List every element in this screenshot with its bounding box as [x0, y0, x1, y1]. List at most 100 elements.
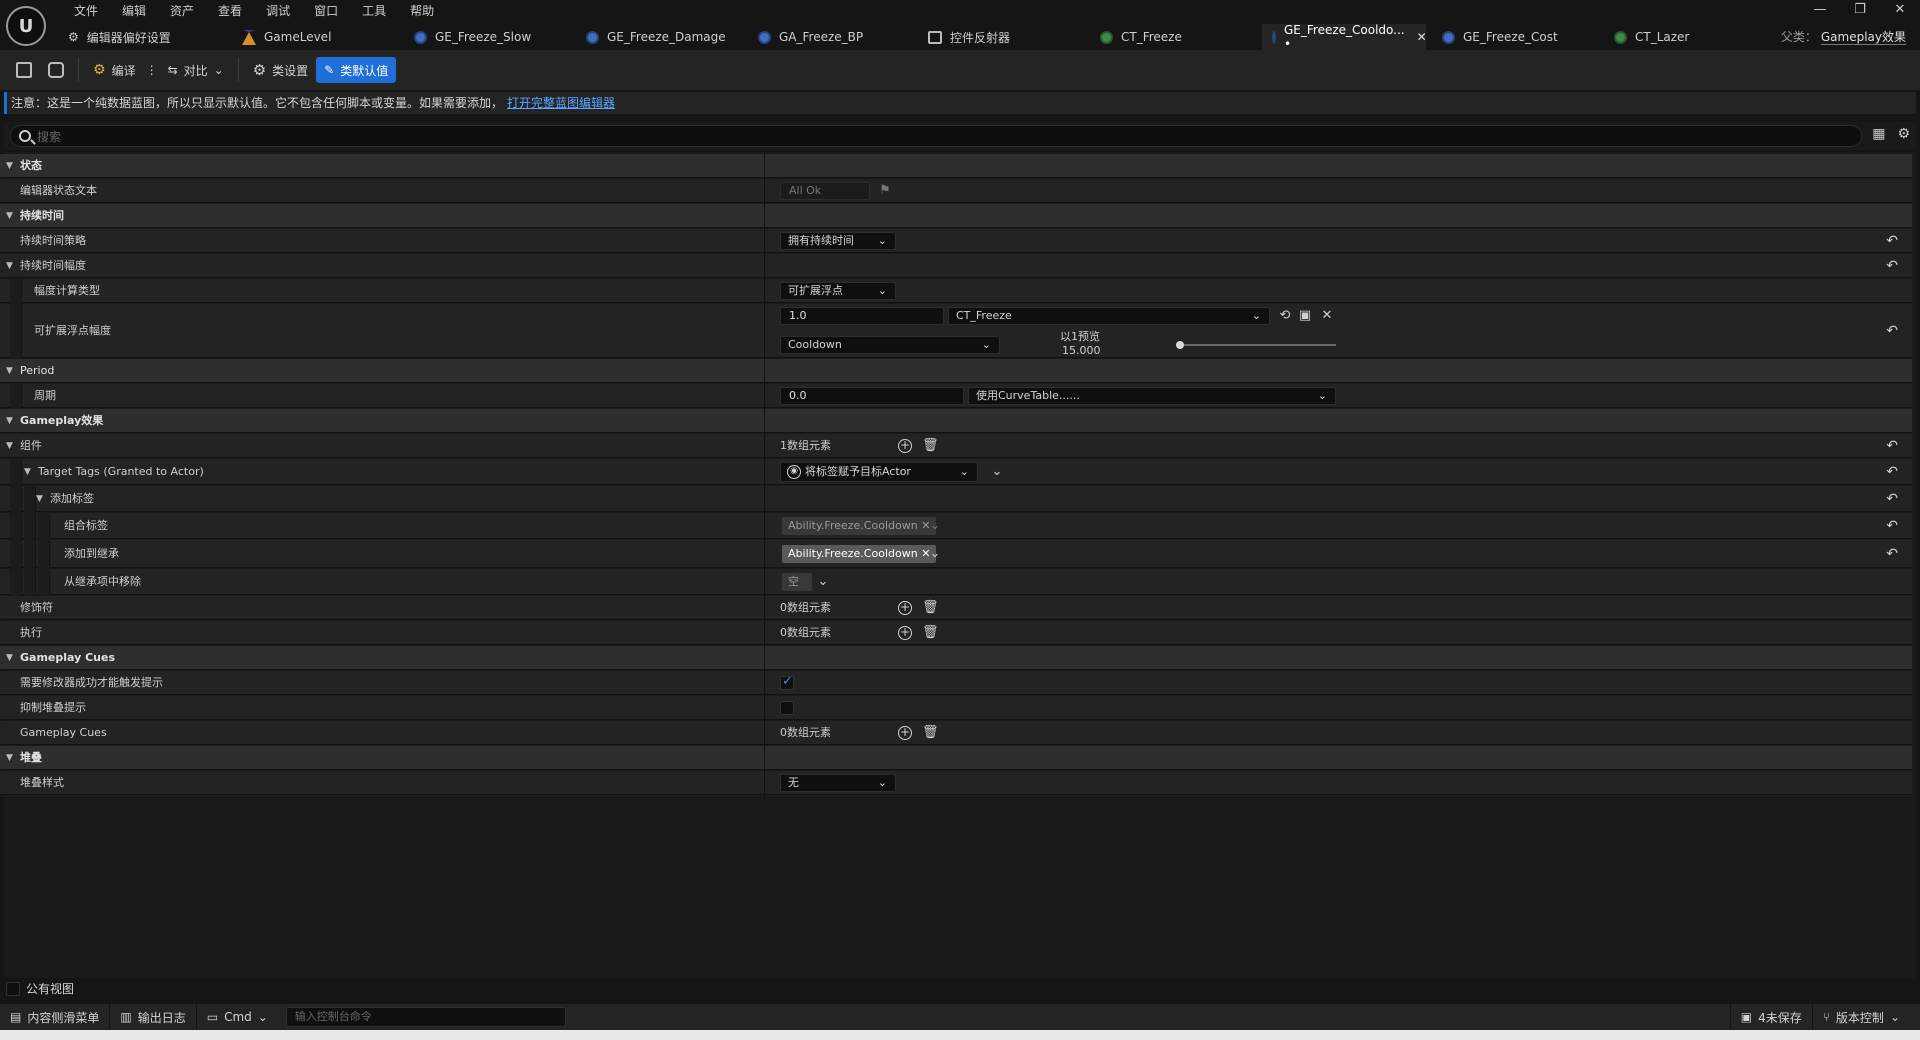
duration-policy-dropdown[interactable]: 拥有持续时间 ⌄	[780, 232, 896, 250]
category-status[interactable]: ▼ 状态	[0, 154, 1912, 178]
chevron-down-icon[interactable]: ⌄	[816, 575, 830, 589]
category-gameplay-cues[interactable]: ▼ Gameplay Cues	[0, 646, 1912, 670]
chevron-down-icon[interactable]: ⌄	[990, 465, 1004, 479]
row-gameplay-cues: Gameplay Cues 0数组元素 + 🗑	[0, 721, 1912, 745]
chevron-down-icon: ⌄	[1317, 389, 1327, 402]
tab-gamelevel[interactable]: GameLevel	[232, 24, 341, 50]
collapse-arrow-icon: ▼	[6, 211, 13, 221]
chevron-down-icon[interactable]: ⌄	[928, 547, 942, 561]
parent-class: 父类： Gameplay效果	[1780, 30, 1906, 45]
tab-ct-lazer[interactable]: CT_Lazer	[1604, 24, 1699, 50]
category-stacking[interactable]: ▼ 堆叠	[0, 746, 1912, 770]
empty-tag-chip: 空	[782, 573, 812, 591]
tab-widget-reflector[interactable]: 控件反射器	[918, 24, 1020, 50]
added-tag-chip[interactable]: Ability.Freeze.Cooldown ✕	[782, 545, 937, 563]
add-element-icon[interactable]: +	[898, 601, 912, 615]
menu-view[interactable]: 查看	[206, 2, 254, 20]
indent-guide	[38, 569, 50, 595]
menu-help[interactable]: 帮助	[398, 2, 446, 20]
tab-editor-preferences[interactable]: ⚙ 编辑器偏好设置	[58, 24, 181, 50]
table-view-icon[interactable]: ▦	[1872, 126, 1885, 142]
suppress-stacking-cues-checkbox[interactable]	[780, 701, 794, 715]
public-view-toggle[interactable]: 公有视图	[6, 980, 74, 997]
row-duration-magnitude[interactable]: ▼ 持续时间幅度 ↶	[0, 254, 1912, 278]
console-command-input[interactable]: 输入控制台命令	[285, 1007, 566, 1027]
column-splitter[interactable]	[764, 152, 765, 800]
open-full-editor-link[interactable]: 打开完整蓝图编辑器	[507, 96, 615, 110]
target-tags-component-dropdown[interactable]: 将标签赋予目标Actor ⌄	[780, 462, 978, 482]
reset-to-default-icon[interactable]: ↶	[1886, 438, 1898, 454]
output-log-button[interactable]: ▥ 输出日志	[110, 1004, 197, 1030]
require-modifier-success-checkbox[interactable]	[780, 674, 794, 690]
cmd-selector[interactable]: ▭ Cmd ⌄	[197, 1004, 278, 1030]
period-input[interactable]: 0.0	[780, 387, 964, 405]
trash-icon[interactable]: 🗑	[922, 601, 939, 615]
browse-button[interactable]	[40, 57, 72, 83]
menu-window[interactable]: 窗口	[302, 2, 350, 20]
category-duration[interactable]: ▼ 持续时间	[0, 204, 1912, 228]
tab-ct-freeze[interactable]: CT_Freeze	[1090, 24, 1192, 50]
browse-asset-icon[interactable]: ▣	[1298, 309, 1312, 323]
reset-to-default-icon[interactable]: ↶	[1886, 258, 1898, 274]
preview-level-slider[interactable]	[1180, 344, 1336, 346]
tab-ge-freeze-slow[interactable]: GE_Freeze_Slow	[404, 24, 541, 50]
diff-button[interactable]: ⇆ 对比 ⌄	[160, 57, 232, 83]
stacking-type-dropdown[interactable]: 无 ⌄	[780, 774, 896, 792]
add-element-icon[interactable]: +	[898, 726, 912, 740]
search-input[interactable]: 搜索	[10, 125, 1862, 147]
menu-asset[interactable]: 资产	[158, 2, 206, 20]
minimize-button[interactable]: —	[1800, 0, 1840, 20]
menu-edit[interactable]: 编辑	[110, 2, 158, 20]
category-gameplay-effect[interactable]: ▼ Gameplay效果	[0, 409, 1912, 433]
row-add-tags[interactable]: ▼ 添加标签 ↶	[0, 486, 1912, 512]
reset-to-default-icon[interactable]: ↶	[1886, 464, 1898, 480]
compile-options-button[interactable]: ⋮	[144, 57, 160, 83]
blueprint-icon	[1442, 30, 1455, 44]
close-window-button[interactable]: ✕	[1880, 0, 1920, 20]
settings-icon[interactable]: ⚙	[1897, 126, 1910, 142]
tab-ga-freeze-bp[interactable]: GA_Freeze_BP	[748, 24, 873, 50]
menu-file[interactable]: 文件	[62, 2, 110, 20]
trash-icon[interactable]: 🗑	[922, 439, 939, 453]
add-element-icon[interactable]: +	[898, 439, 912, 453]
class-defaults-button[interactable]: ✎ 类默认值	[316, 57, 397, 83]
unreal-logo-icon[interactable]: U	[6, 6, 46, 46]
chevron-down-icon: ⌄	[1251, 309, 1261, 322]
tab-ge-freeze-cost[interactable]: GE_Freeze_Cost	[1432, 24, 1568, 50]
curve-row-dropdown[interactable]: Cooldown ⌄	[780, 336, 1000, 354]
compile-button[interactable]: ⚙ 编译	[85, 57, 144, 83]
period-curve-dropdown[interactable]: 使用CurveTable...... ⌄	[968, 387, 1336, 405]
content-drawer-button[interactable]: ▤ 内容侧滑菜单	[0, 1004, 111, 1030]
public-view-checkbox[interactable]	[6, 981, 20, 996]
magnitude-calc-dropdown[interactable]: 可扩展浮点 ⌄	[780, 282, 896, 300]
close-tab-icon[interactable]: ✕	[1417, 30, 1427, 44]
tab-ge-freeze-damage[interactable]: GE_Freeze_Damage	[576, 24, 736, 50]
trash-icon[interactable]: 🗑	[922, 726, 939, 740]
indent-guide	[38, 540, 50, 568]
menu-tools[interactable]: 工具	[350, 2, 398, 20]
save-button[interactable]	[8, 57, 40, 83]
reset-to-default-icon[interactable]: ↶	[1886, 491, 1898, 507]
restore-button[interactable]: ❐	[1840, 0, 1880, 20]
slider-handle[interactable]	[1176, 341, 1184, 349]
reset-to-default-icon[interactable]: ↶	[1886, 546, 1898, 562]
scalable-float-input[interactable]: 1.0	[780, 307, 944, 325]
unsaved-button[interactable]: ▣ 4未保存	[1729, 1004, 1813, 1030]
menu-debug[interactable]: 调试	[254, 2, 302, 20]
parent-class-link[interactable]: Gameplay效果	[1820, 30, 1906, 45]
reset-to-default-icon[interactable]: ↶	[1886, 323, 1898, 339]
row-components[interactable]: ▼ 组件 1数组元素 + 🗑 ↶	[0, 434, 1912, 458]
reset-to-default-icon[interactable]: ↶	[1886, 518, 1898, 534]
clear-icon[interactable]: ✕	[1320, 309, 1334, 323]
add-element-icon[interactable]: +	[898, 626, 912, 640]
row-suppress-stacking-cues: 抑制堆叠提示	[0, 696, 1912, 720]
category-period[interactable]: ▼ Period	[0, 359, 1912, 383]
curve-table-dropdown[interactable]: CT_Freeze ⌄	[948, 307, 1270, 325]
source-control-button[interactable]: ⑂ 版本控制 ⌄	[1813, 1004, 1910, 1030]
reset-to-default-icon[interactable]: ↶	[1886, 233, 1898, 249]
trash-icon[interactable]: 🗑	[922, 626, 939, 640]
tab-ge-freeze-cooldown[interactable]: GE_Freeze_Cooldo... • ✕	[1262, 23, 1427, 51]
row-target-tags[interactable]: ▼ Target Tags (Granted to Actor) 将标签赋予目标…	[0, 459, 1912, 485]
class-settings-button[interactable]: ⚙ 类设置	[245, 57, 316, 83]
use-selected-icon[interactable]: ⟲	[1278, 309, 1292, 323]
